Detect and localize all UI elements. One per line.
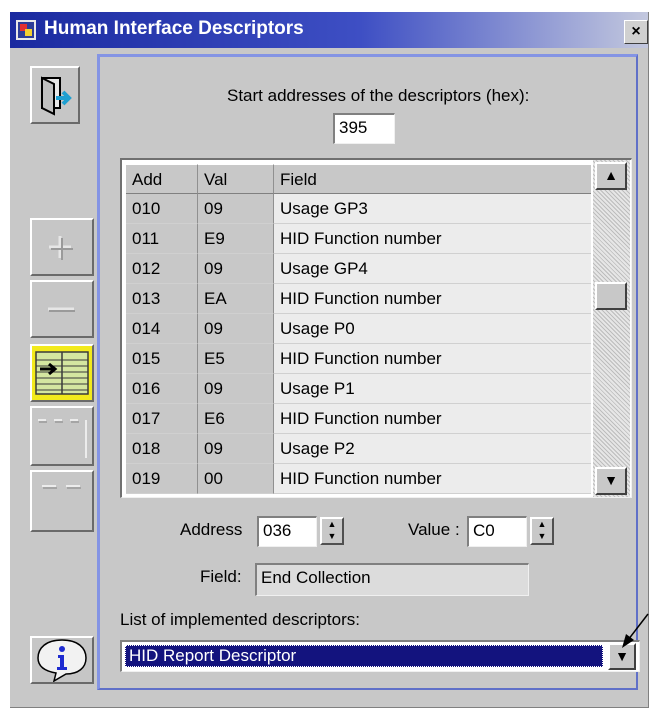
- table-row[interactable]: 018 09 Usage P2: [126, 434, 591, 464]
- table-arrow-icon: [35, 351, 89, 395]
- cell-value: 09: [198, 314, 274, 344]
- start-address-field[interactable]: 395: [333, 113, 395, 144]
- cell-value: 09: [198, 434, 274, 464]
- cell-value: 09: [198, 194, 274, 224]
- info-button[interactable]: [30, 636, 94, 684]
- cell-value: E9: [198, 224, 274, 254]
- cell-value: 09: [198, 254, 274, 284]
- cell-value: E6: [198, 404, 274, 434]
- table-row[interactable]: 013 EA HID Function number: [126, 284, 591, 314]
- spin-up-icon[interactable]: ▲: [322, 519, 342, 531]
- value-label: Value :: [408, 520, 460, 539]
- cell-field: HID Function number: [274, 284, 591, 314]
- address-field[interactable]: 036: [257, 516, 317, 547]
- descriptor-dropdown[interactable]: HID Report Descriptor ▼: [120, 640, 640, 672]
- column-header-val[interactable]: Val: [198, 164, 274, 194]
- descriptor-list-label: List of implemented descriptors:: [120, 610, 360, 629]
- spin-down-icon[interactable]: ▼: [532, 531, 552, 543]
- window-title: Human Interface Descriptors: [44, 18, 304, 39]
- door-exit-icon: [41, 76, 72, 116]
- table-row[interactable]: 011 E9 HID Function number: [126, 224, 591, 254]
- expand-button[interactable]: [30, 470, 94, 532]
- title-bar[interactable]: Human Interface Descriptors ×: [10, 12, 648, 48]
- cell-address: 010: [126, 194, 198, 224]
- address-spinner[interactable]: ▲ ▼: [320, 517, 344, 545]
- cell-value: 00: [198, 464, 274, 494]
- scroll-down-button[interactable]: ▼: [595, 467, 627, 495]
- cell-address: 011: [126, 224, 198, 254]
- table-row[interactable]: 016 09 Usage P1: [126, 374, 591, 404]
- value-spinner[interactable]: ▲ ▼: [530, 517, 554, 545]
- table-view-button[interactable]: [30, 344, 94, 402]
- field-name-display: End Collection: [255, 563, 529, 596]
- cell-address: 016: [126, 374, 198, 404]
- table-row[interactable]: 017 E6 HID Function number: [126, 404, 591, 434]
- remove-descriptor-button[interactable]: [30, 280, 94, 338]
- close-button[interactable]: ×: [624, 20, 648, 44]
- cell-value: EA: [198, 284, 274, 314]
- table-row[interactable]: 012 09 Usage GP4: [126, 254, 591, 284]
- cell-address: 015: [126, 344, 198, 374]
- table-row[interactable]: 019 00 HID Function number: [126, 464, 591, 494]
- cell-address: 014: [126, 314, 198, 344]
- cell-address: 012: [126, 254, 198, 284]
- table-row[interactable]: 010 09 Usage GP3: [126, 194, 591, 224]
- cell-value: 09: [198, 374, 274, 404]
- cell-value: E5: [198, 344, 274, 374]
- cell-field: Usage GP3: [274, 194, 591, 224]
- descriptor-dropdown-value[interactable]: HID Report Descriptor: [125, 645, 603, 667]
- bracket-minus-icon: [38, 419, 87, 458]
- table-row[interactable]: 015 E5 HID Function number: [126, 344, 591, 374]
- cell-address: 018: [126, 434, 198, 464]
- address-label: Address: [180, 520, 243, 539]
- cell-field: HID Function number: [274, 464, 591, 494]
- cell-field: Usage P1: [274, 374, 591, 404]
- scroll-up-button[interactable]: ▲: [595, 162, 627, 190]
- collapse-button[interactable]: [30, 406, 94, 466]
- spin-up-icon[interactable]: ▲: [532, 519, 552, 531]
- annotation-arrow-icon: [622, 613, 649, 648]
- cell-field: HID Function number: [274, 224, 591, 254]
- start-address-label: Start addresses of the descriptors (hex)…: [227, 86, 530, 105]
- cell-field: Usage P0: [274, 314, 591, 344]
- descriptor-table: Add Val Field 010 09 Usage GP3 011 E9 HI…: [120, 158, 632, 498]
- cell-field: HID Function number: [274, 404, 591, 434]
- plus-icon: [49, 236, 73, 260]
- cell-address: 013: [126, 284, 198, 314]
- cell-field: HID Function number: [274, 344, 591, 374]
- dash-dash-icon: [42, 485, 81, 489]
- column-header-field[interactable]: Field: [274, 164, 591, 194]
- value-field[interactable]: C0: [467, 516, 527, 547]
- spin-down-icon[interactable]: ▼: [322, 531, 342, 543]
- cell-address: 017: [126, 404, 198, 434]
- add-descriptor-button[interactable]: [30, 218, 94, 276]
- table-scrollbar[interactable]: ▲ ▼: [593, 160, 630, 497]
- table-row[interactable]: 014 09 Usage P0: [126, 314, 591, 344]
- info-speech-bubble-icon: [37, 639, 87, 683]
- app-icon: [16, 20, 36, 40]
- cell-field: Usage GP4: [274, 254, 591, 284]
- exit-button[interactable]: [30, 66, 80, 124]
- minus-icon: [48, 307, 75, 312]
- cell-field: Usage P2: [274, 434, 591, 464]
- scroll-thumb[interactable]: [595, 282, 627, 310]
- column-header-add[interactable]: Add: [126, 164, 198, 194]
- table-header: Add Val Field: [126, 164, 591, 194]
- field-label: Field:: [200, 567, 242, 586]
- cell-address: 019: [126, 464, 198, 494]
